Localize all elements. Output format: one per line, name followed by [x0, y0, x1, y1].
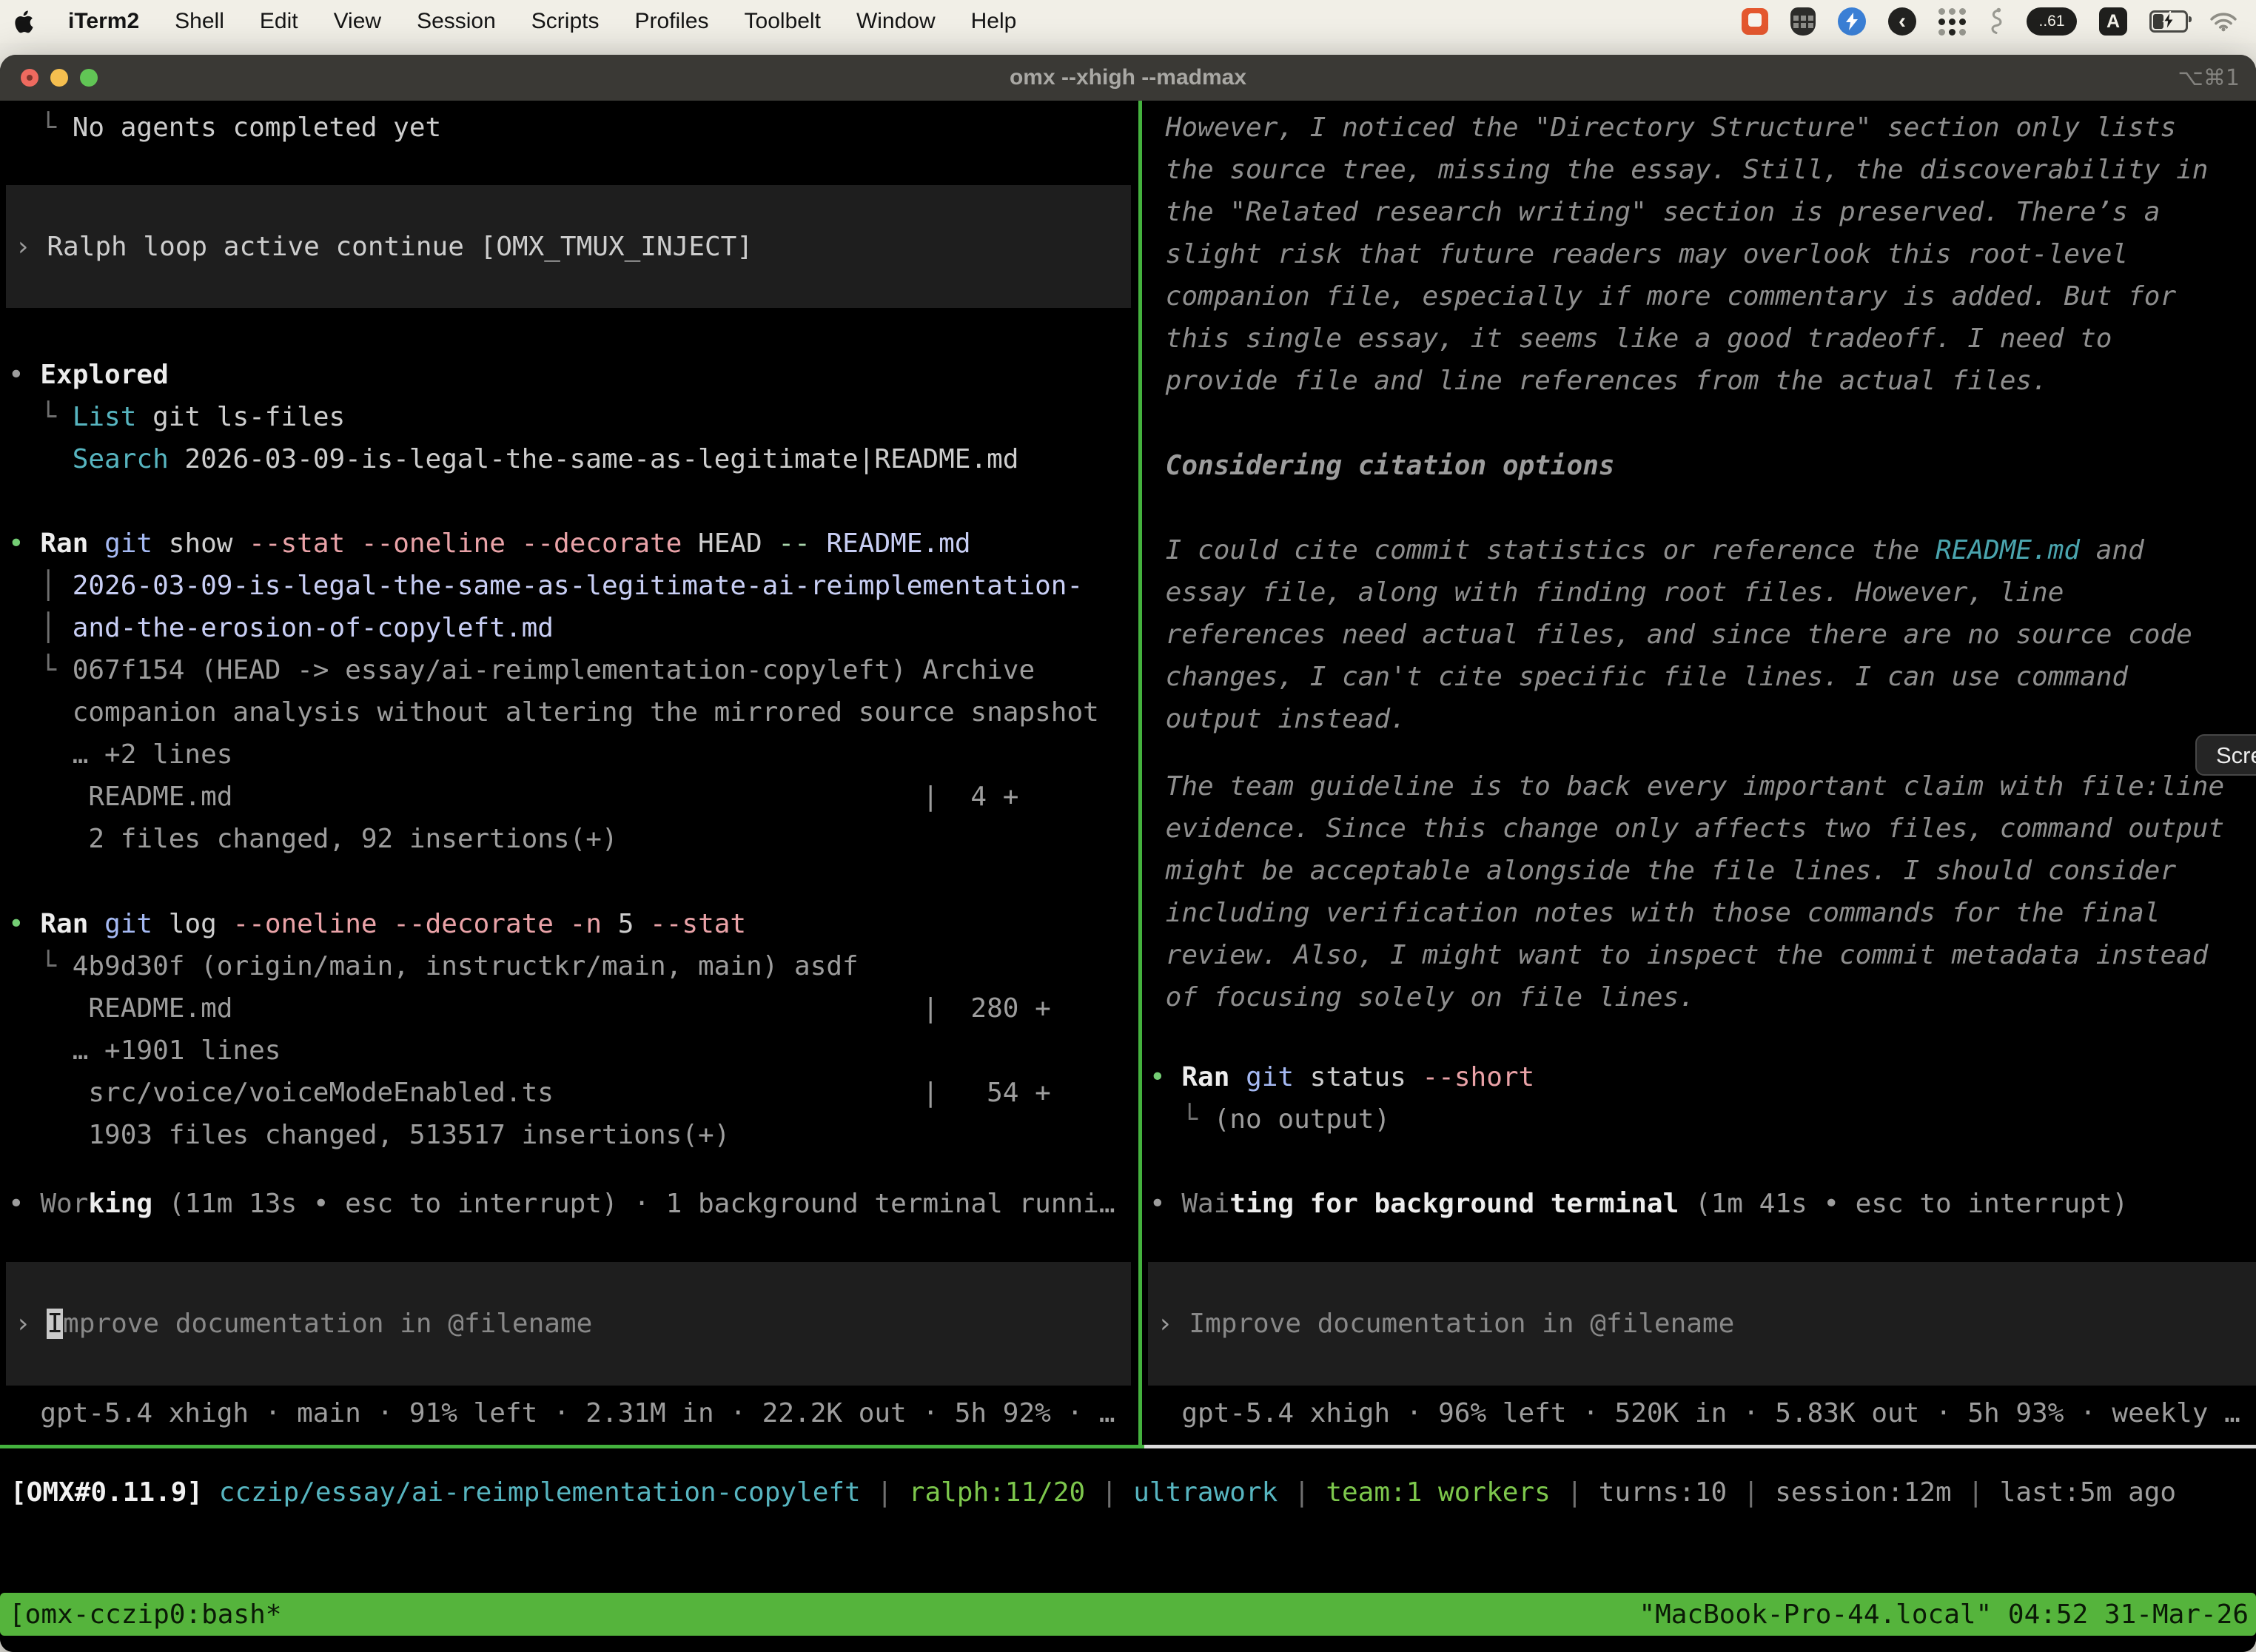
menu-item-window[interactable]: Window [839, 9, 953, 34]
prompt-input[interactable]: › Improve documentation in @filename [6, 1262, 1131, 1386]
macos-menu-bar: iTerm2ShellEditViewSessionScriptsProfile… [0, 0, 2256, 43]
terminal-line: this single essay, it seems like a good … [1149, 318, 2256, 360]
menu-item-profiles[interactable]: Profiles [617, 9, 726, 34]
menu-item-help[interactable]: Help [953, 9, 1035, 34]
terminal-line: output instead. [1149, 698, 2256, 740]
terminal-area: └ No agents completed yet › Ralph loop ac… [0, 101, 2256, 1652]
shield-grid-icon[interactable] [1790, 7, 1816, 36]
dark-c-icon[interactable]: ‹ [1888, 7, 1916, 36]
terminal-line: might be acceptable alongside the file l… [1149, 850, 2256, 892]
terminal-line: • Ran git status --short [1149, 1056, 2256, 1098]
terminal-line: gpt-5.4 xhigh · main · 91% left · 2.31M … [8, 1392, 1138, 1434]
terminal-line: src/voice/voiceModeEnabled.ts | 54 + [8, 1072, 1138, 1114]
terminal-line: └ 4b9d30f (origin/main, instructkr/main,… [8, 945, 1138, 987]
terminal-line: gpt-5.4 xhigh · 96% left · 520K in · 5.8… [1149, 1392, 2256, 1434]
pane-bottom-border-right [1144, 1445, 2256, 1448]
terminal-line: • Explored [8, 354, 1138, 396]
battery-charging-icon[interactable] [2149, 10, 2188, 33]
iterm2-window: omx --xhigh --madmax ⌥⌘1 └ No agents com… [0, 55, 2256, 1652]
terminal-line: └ 067f154 (HEAD -> essay/ai-reimplementa… [8, 649, 1138, 691]
terminal-line: I could cite commit statistics or refere… [1149, 529, 2256, 571]
terminal-line: • Ran git log --oneline --decorate -n 5 … [8, 903, 1138, 945]
blue-bolt-icon[interactable] [1838, 7, 1866, 36]
terminal-line: 2 files changed, 92 insertions(+) [8, 818, 1138, 860]
menu-item-iterm2[interactable]: iTerm2 [47, 9, 157, 34]
terminal-line: └ List git ls-files [8, 396, 1138, 438]
menu-item-session[interactable]: Session [399, 9, 514, 34]
terminal-line: └ No agents completed yet [8, 107, 1138, 149]
terminal-line: └ (no output) [1149, 1098, 2256, 1141]
apple-menu-icon[interactable] [0, 10, 47, 33]
terminal-line: │ and-the-erosion-of-copyleft.md [8, 607, 1138, 649]
omx-status-line: [OMX#0.11.9] cczip/essay/ai-reimplementa… [10, 1471, 2256, 1514]
prompt-input[interactable]: › Improve documentation in @filename [1148, 1262, 2256, 1386]
menu-item-shell[interactable]: Shell [157, 9, 242, 34]
pane-bottom-border-left [0, 1445, 1144, 1448]
terminal-line: Search 2026-03-09-is-legal-the-same-as-l… [8, 438, 1138, 480]
terminal-line: README.md | 280 + [8, 987, 1138, 1030]
tmux-host-clock: "MacBook-Pro-44.local" 04:52 31-Mar-26 [1639, 1594, 2256, 1636]
terminal-pane-left[interactable]: └ No agents completed yet › Ralph loop ac… [0, 101, 1138, 1445]
window-title-bar[interactable]: omx --xhigh --madmax ⌥⌘1 [0, 55, 2256, 101]
terminal-line: │ 2026-03-09-is-legal-the-same-as-legiti… [8, 565, 1138, 607]
terminal-line: The team guideline is to back every impo… [1149, 765, 2256, 807]
menu-items: iTerm2ShellEditViewSessionScriptsProfile… [0, 9, 1034, 34]
screen-tooltip-label: Scre [2216, 734, 2256, 776]
terminal-line: Considering citation options [1149, 445, 2256, 487]
menu-status-icons: ‹ ..61 A [1742, 7, 2256, 36]
terminal-line: the "Related research writing" section i… [1149, 191, 2256, 233]
keyboard-layout-icon[interactable]: A [2099, 7, 2127, 36]
terminal-line: review. Also, I might want to inspect th… [1149, 934, 2256, 976]
terminal-line: … +1901 lines [8, 1030, 1138, 1072]
terminal-line: • Ran git show --stat --oneline --decora… [8, 523, 1138, 565]
menu-item-edit[interactable]: Edit [242, 9, 316, 34]
chat-app-icon[interactable] [1742, 8, 1768, 35]
menu-item-view[interactable]: View [316, 9, 399, 34]
tmux-status-bar: [omx-cczip0:bash* "MacBook-Pro-44.local"… [0, 1593, 2256, 1636]
prompt-input[interactable]: › Ralph loop active continue [OMX_TMUX_I… [6, 185, 1131, 308]
terminal-line: references need actual files, and since … [1149, 614, 2256, 656]
terminal-line: of focusing solely on file lines. [1149, 976, 2256, 1018]
badge-61-icon[interactable]: ..61 [2027, 7, 2077, 36]
terminal-line: companion analysis without altering the … [8, 691, 1138, 733]
terminal-pane-right[interactable]: However, I noticed the "Directory Struct… [1142, 101, 2256, 1445]
wifi-icon[interactable] [2210, 11, 2237, 32]
terminal-line: README.md | 4 + [8, 776, 1138, 818]
terminal-line: changes, I can't cite specific file line… [1149, 656, 2256, 698]
terminal-line: slight risk that future readers may over… [1149, 233, 2256, 275]
terminal-line: companion file, especially if more comme… [1149, 275, 2256, 318]
terminal-line: • Working (11m 13s • esc to interrupt) ·… [8, 1183, 1138, 1225]
terminal-line: provide file and line references from th… [1149, 360, 2256, 402]
screen-tooltip: Scre [2195, 734, 2256, 776]
dots-grid-icon[interactable] [1938, 8, 1966, 36]
terminal-line: … +2 lines [8, 733, 1138, 776]
terminal-line: • Waiting for background terminal (1m 41… [1149, 1183, 2256, 1225]
window-title: omx --xhigh --madmax [0, 65, 2256, 90]
terminal-line: evidence. Since this change only affects… [1149, 807, 2256, 850]
tmux-session-label: [omx-cczip0:bash* [0, 1594, 281, 1636]
terminal-line: However, I noticed the "Directory Struct… [1149, 107, 2256, 149]
terminal-line: including verification notes with those … [1149, 892, 2256, 934]
terminal-line: the source tree, missing the essay. Stil… [1149, 149, 2256, 191]
terminal-line: essay file, along with finding root file… [1149, 571, 2256, 614]
menu-item-scripts[interactable]: Scripts [514, 9, 617, 34]
window-shortcut-badge: ⌥⌘1 [2178, 65, 2240, 91]
menu-item-toolbelt[interactable]: Toolbelt [727, 9, 839, 34]
terminal-line: 1903 files changed, 513517 insertions(+) [8, 1114, 1138, 1156]
squiggle-icon[interactable] [1988, 7, 2004, 36]
